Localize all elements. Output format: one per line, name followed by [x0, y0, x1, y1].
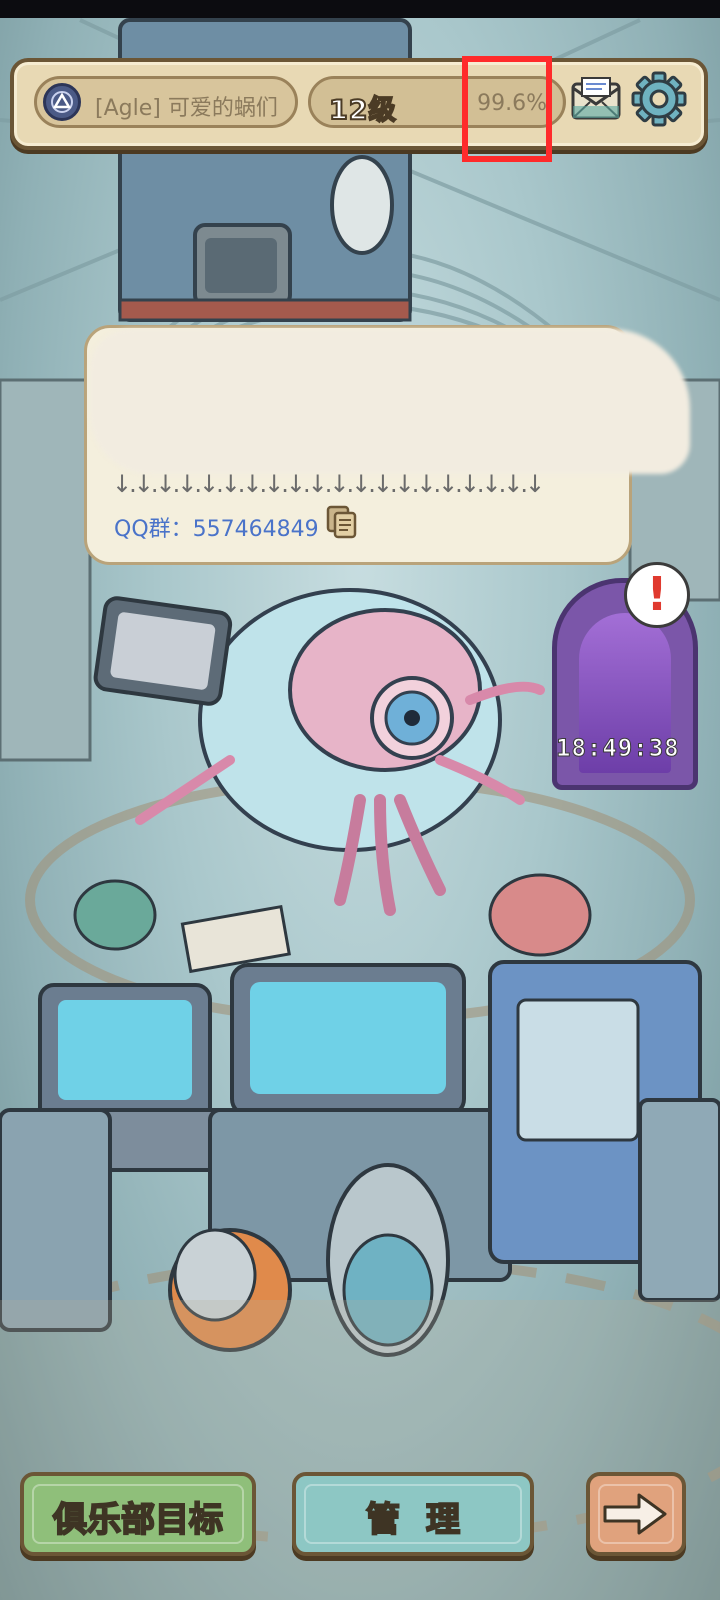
highlight-box	[462, 56, 552, 162]
arrow-right-icon	[603, 1493, 667, 1535]
club-goal-label: 俱乐部目标	[52, 1499, 224, 1541]
mail-icon[interactable]	[570, 76, 622, 122]
qq-group-number: QQ群：557464849	[114, 517, 319, 542]
notice-arrows: ↓.↓.↓.↓.↓.↓.↓.↓.↓.↓.↓.↓.↓.↓.↓.↓.↓.↓.↓.↓	[112, 470, 545, 498]
exclamation-icon: !	[646, 567, 668, 621]
gear-icon[interactable]	[630, 70, 688, 128]
manage-label: 管理	[365, 1499, 486, 1541]
notice-card: ↓.↓.↓.↓.↓.↓.↓.↓.↓.↓.↓.↓.↓.↓.↓.↓.↓.↓.↓.↓ …	[84, 325, 690, 565]
redacted-smudge	[90, 329, 690, 474]
level-label: 12级	[328, 94, 397, 126]
alert-bubble[interactable]: !	[624, 562, 690, 628]
copy-icon[interactable]	[326, 505, 358, 539]
next-button[interactable]	[586, 1472, 686, 1556]
portal-timer: 18:49:38	[556, 734, 680, 763]
manage-button[interactable]: 管理	[292, 1472, 534, 1556]
player-name: [Agle] 可爱的蜗们	[95, 96, 278, 121]
observatory-dome-background	[0, 18, 720, 1600]
triangle-emblem-icon[interactable]	[43, 83, 81, 121]
player-name-pill[interactable]: [Agle] 可爱的蜗们	[34, 76, 298, 128]
game-scene: ! 18:49:38 [Agle] 可爱的蜗们 12级 99.6% ↓.↓.↓.…	[0, 0, 720, 1600]
club-goal-button[interactable]: 俱乐部目标	[20, 1472, 256, 1556]
